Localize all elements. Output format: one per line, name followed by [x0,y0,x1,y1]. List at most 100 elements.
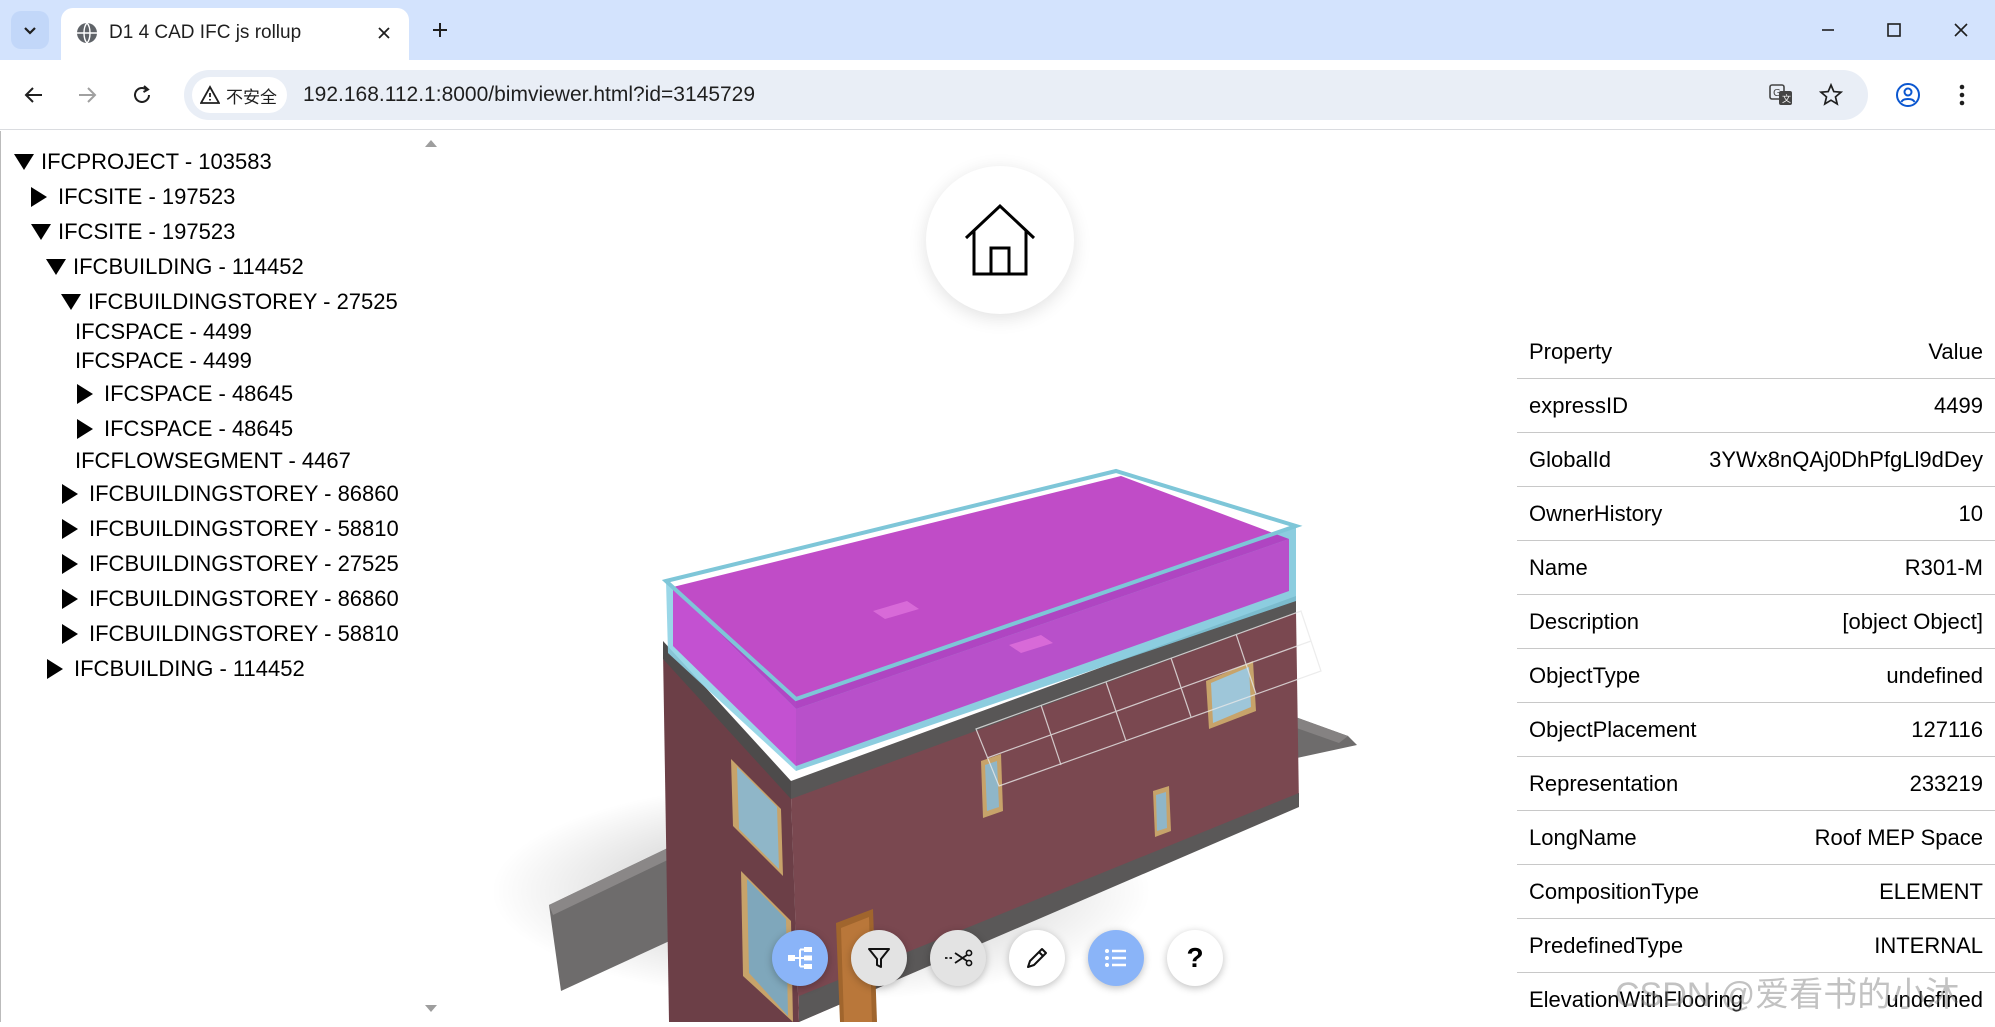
tree-node[interactable]: IFCBUILDINGSTOREY - 27525 [61,547,399,581]
security-label: 不安全 [226,87,277,107]
plus-icon [433,23,447,37]
filter-icon [868,948,890,968]
spatial-tree-toggle-button[interactable] [772,930,828,986]
tree-node[interactable]: IFCSITE - 197523 [30,180,235,214]
caret-right-icon[interactable] [61,623,89,645]
tree-node[interactable]: IFCFLOWSEGMENT - 4467 [75,444,351,478]
clipping-plane-button[interactable] [930,930,986,986]
ruler-pencil-icon [1027,948,1047,968]
tree-node-label: IFCBUILDINGSTOREY - 58810 [89,516,399,541]
tree-node[interactable]: IFCBUILDINGSTOREY - 58810 [61,512,399,546]
caret-right-icon[interactable] [46,658,74,680]
translate-button[interactable]: G文 [1764,78,1798,112]
property-row: GlobalId 3YWx8nQAj0DhPfgLl9dDey [1517,433,1995,487]
properties-table: Property Value expressID 4499 GlobalId 3YW… [1517,325,1995,1027]
tree-node-label: IFCPROJECT - 103583 [41,149,272,174]
maximize-button[interactable] [1874,12,1914,48]
tree-node-label: IFCSITE - 197523 [58,219,236,244]
ifc-tree-panel: IFCPROJECT - 103583 IFCSITE - 197523 IFC… [1,131,441,1022]
minimize-icon [1822,29,1834,31]
property-value: 127116 [1911,716,1983,742]
bookmark-button[interactable] [1814,78,1848,112]
arrow-right-icon [79,87,97,103]
tab-search-button[interactable] [11,11,49,49]
property-row: OwnerHistory 10 [1517,487,1995,541]
tree-node[interactable]: IFCBUILDING - 114452 [46,652,305,686]
svg-text:文: 文 [1782,93,1791,105]
star-icon [1819,83,1843,106]
caret-right-icon[interactable] [61,553,89,575]
caret-down-icon[interactable] [13,153,41,171]
maximize-icon [1887,23,1901,37]
tree-node[interactable]: IFCBUILDINGSTOREY - 86860 [61,477,399,511]
property-key: Description [1529,608,1640,634]
property-key: Name [1529,554,1588,580]
help-icon: ? [1186,942,1204,973]
properties-toggle-button[interactable] [1088,930,1144,986]
property-value: 3YWx8nQAj0DhPfgLl9dDey [1709,446,1983,472]
property-value: 10 [1958,500,1983,526]
property-row: expressID 4499 [1517,379,1995,433]
caret-right-icon[interactable] [61,483,89,505]
tree-node[interactable]: IFCSPACE - 4499 [75,344,252,378]
menu-button[interactable] [1944,77,1980,113]
property-key: ObjectPlacement [1529,716,1697,742]
profile-button[interactable] [1890,77,1926,113]
close-icon [378,27,390,39]
address-bar[interactable]: 不安全 192.168.112.1:8000/bimviewer.html?id… [184,70,1868,120]
reload-button[interactable] [124,77,160,113]
tree-node[interactable]: IFCSPACE - 48645 [76,377,293,411]
tree-node-label: IFCBUILDINGSTOREY - 86860 [89,586,399,611]
property-row: Representation 233219 [1517,757,1995,811]
tree-node[interactable]: IFCPROJECT - 103583 [13,145,272,179]
close-tab-button[interactable] [371,20,397,46]
measure-button[interactable] [1009,930,1065,986]
tree-node[interactable]: IFCBUILDING - 114452 [45,250,304,284]
property-key: CompositionType [1529,878,1699,904]
tree-node[interactable]: IFCBUILDINGSTOREY - 58810 [61,617,399,651]
url-text: 192.168.112.1:8000/bimviewer.html?id=314… [303,83,756,106]
tree-node-label: IFCBUILDINGSTOREY - 27525 [88,289,398,314]
caret-right-icon[interactable] [61,518,89,540]
tree-node[interactable]: IFCBUILDINGSTOREY - 27525 [60,285,398,319]
browser-tab-active[interactable]: D1 4 CAD IFC js rollup [61,8,409,60]
tree-node[interactable]: IFCBUILDINGSTOREY - 86860 [61,582,399,616]
caret-right-icon[interactable] [61,588,89,610]
tree-node[interactable]: IFCSPACE - 48645 [76,412,293,446]
property-value: Roof MEP Space [1814,824,1983,850]
caret-down-icon[interactable] [30,223,58,241]
security-chip[interactable]: 不安全 [192,77,287,113]
tree-structure-icon [788,947,812,969]
property-key: Representation [1529,770,1679,796]
scroll-down-icon [425,1005,437,1012]
property-value: R301-M [1904,554,1983,580]
caret-down-icon[interactable] [45,258,73,276]
scissors-icon [945,949,973,967]
tab-title: D1 4 CAD IFC js rollup [109,22,302,43]
tree-node-label: IFCSPACE - 48645 [104,381,294,406]
property-row: LongName Roof MEP Space [1517,811,1995,865]
more-vert-icon [1959,84,1965,106]
header-property: Property [1529,338,1613,364]
caret-right-icon[interactable] [76,418,104,440]
tree-scrollbar[interactable] [421,131,441,1022]
reload-icon [134,85,150,103]
filter-button[interactable] [851,930,907,986]
caret-down-icon[interactable] [60,293,88,311]
property-value: 233219 [1909,770,1983,796]
close-window-button[interactable] [1941,12,1981,48]
property-key: PredefinedType [1529,932,1684,958]
help-button[interactable]: ? [1167,930,1223,986]
properties-header: Property Value [1517,325,1995,379]
back-button[interactable] [16,77,52,113]
tree-node[interactable]: IFCSITE - 197523 [30,215,235,249]
header-value: Value [1928,338,1983,364]
home-view-button[interactable] [926,166,1074,314]
tree-node-label: IFCSITE - 197523 [58,184,236,209]
new-tab-button[interactable] [424,14,456,46]
browser-toolbar: 不安全 192.168.112.1:8000/bimviewer.html?id… [0,60,1995,130]
minimize-button[interactable] [1808,12,1848,48]
caret-right-icon[interactable] [76,383,104,405]
forward-button[interactable] [69,77,105,113]
caret-right-icon[interactable] [30,186,58,208]
